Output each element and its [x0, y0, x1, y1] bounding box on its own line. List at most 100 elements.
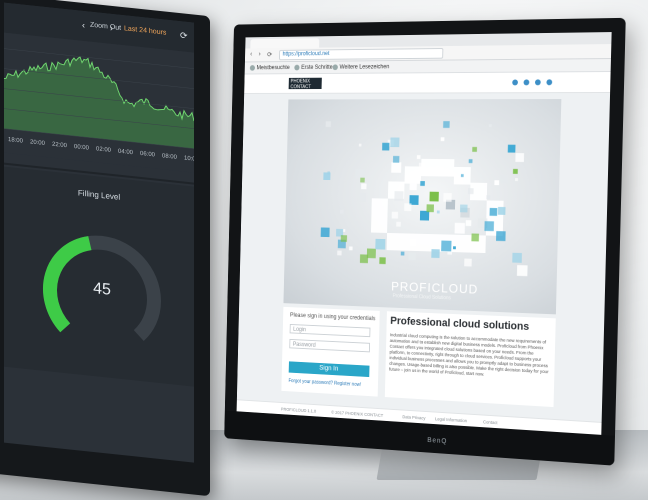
scatter-pixel [409, 182, 417, 191]
monitor-brand-logo: BenQ [427, 437, 448, 446]
scatter-pixel [404, 203, 412, 212]
refresh-icon[interactable]: ⟳ [180, 30, 188, 42]
proficloud-header: PHOENIX CONTACT [244, 72, 611, 94]
sign-in-button[interactable]: Sign In [288, 361, 370, 378]
logo-line: CONTACT [290, 84, 312, 91]
scatter-pixel [325, 121, 332, 128]
chevron-right-icon[interactable]: › [110, 23, 113, 33]
footer-link[interactable]: Contact [483, 419, 498, 425]
cloud-pixel [429, 191, 439, 202]
footer-version: PROFICLOUD 1.1.0 [280, 406, 317, 414]
left-monitor: ‹ Zoom Out › Last 24 hours ⟳ 18:00 20:00 2… [0, 0, 210, 497]
cloud-block [404, 166, 422, 184]
cloud-pixel [419, 210, 430, 221]
scatter-pixel [431, 249, 440, 259]
cloud-block [437, 159, 455, 177]
bookmark-item[interactable]: Meistbesuchte [249, 65, 290, 71]
scatter-pixel [337, 250, 342, 256]
time-range-picker[interactable]: Last 24 hours [124, 25, 166, 36]
scatter-pixel [390, 137, 400, 148]
login-prompt: Please sign in using your credentials [289, 312, 376, 323]
scatter-pixel [418, 162, 426, 170]
footer-link[interactable]: Legal Information [435, 416, 467, 423]
scatter-pixel [512, 252, 522, 263]
x-tick-label: 06:00 [140, 151, 156, 159]
scatter-pixel [453, 246, 456, 250]
bookmark-label: Weitere Lesezeichen [339, 64, 390, 71]
scatter-pixel [500, 174, 508, 183]
scatter-pixel [472, 146, 477, 152]
scatter-pixel [484, 221, 494, 232]
scatter-pixel [486, 195, 491, 200]
dashboard-screen: ‹ Zoom Out › Last 24 hours ⟳ 18:00 20:00 2… [4, 2, 194, 463]
reload-icon[interactable]: ⟳ [267, 51, 272, 59]
forward-icon[interactable]: › [259, 51, 261, 58]
x-tick-label: 08:00 [162, 153, 178, 161]
bookmark-item[interactable]: Weitere Lesezeichen [332, 64, 390, 71]
scatter-pixel [394, 191, 404, 201]
language-icon[interactable] [512, 79, 518, 86]
scatter-pixel [471, 233, 480, 242]
cloud-block [371, 198, 388, 216]
scatter-pixel [361, 183, 367, 190]
login-input[interactable]: Login [289, 323, 371, 338]
bookmark-item[interactable]: Erste Schritte [294, 64, 333, 71]
scatter-pixel [459, 204, 468, 213]
password-input[interactable]: Password [289, 338, 371, 353]
scatter-pixel [340, 209, 344, 214]
scatter-pixel [400, 251, 405, 256]
x-tick-label: 18:00 [8, 137, 24, 145]
bookmark-icon [294, 64, 300, 71]
back-icon[interactable]: ‹ [250, 51, 252, 58]
chevron-left-icon[interactable]: ‹ [82, 20, 85, 30]
timeseries-chart: 18:00 20:00 22:00 00:00 02:00 04:00 06:00 08:00… [4, 32, 194, 173]
user-icon[interactable] [546, 79, 553, 86]
solutions-title: Professional cloud solutions [390, 315, 530, 333]
x-tick-label: 20:00 [30, 139, 46, 147]
proficloud-body: PROFICLOUD Professional Cloud Solutions … [236, 92, 611, 422]
cloud-block [386, 232, 404, 251]
scatter-pixel [391, 162, 402, 173]
scatter-pixel [391, 211, 399, 219]
scatter-pixel [464, 258, 472, 267]
help-icon[interactable] [523, 79, 530, 86]
folder-icon [332, 64, 338, 71]
scatter-pixel [392, 155, 400, 163]
hero-banner: PROFICLOUD Professional Cloud Solutions [283, 99, 562, 315]
scatter-pixel [408, 252, 416, 261]
settings-icon[interactable] [534, 79, 541, 86]
gridline [4, 48, 194, 69]
scatter-pixel [340, 235, 348, 242]
x-tick-label: 10:00 [184, 156, 194, 164]
scatter-pixel [327, 171, 331, 175]
cloud-block [452, 234, 470, 253]
right-monitor: ‹ › ⟳ https://proficloud.net Meistbesuch… [224, 17, 626, 466]
scatter-pixel [416, 155, 421, 160]
scatter-pixel [379, 257, 386, 265]
scatter-pixel [512, 168, 518, 174]
scatter-pixel [488, 124, 492, 128]
scatter-pixel [496, 231, 506, 242]
scatter-pixel [382, 142, 390, 151]
gauge-arc [43, 235, 161, 342]
address-bar[interactable]: https://proficloud.net [279, 48, 444, 61]
footer-copyright: © 2017 PHOENIX CONTACT [331, 409, 384, 418]
scatter-pixel [359, 254, 369, 264]
scatter-pixel [420, 181, 425, 186]
scatter-pixel [489, 207, 498, 216]
x-tick-label: 04:00 [118, 149, 134, 157]
scatter-pixel [366, 248, 376, 259]
footer-link[interactable]: Data Privacy [402, 414, 425, 420]
scatter-pixel [360, 177, 365, 183]
x-tick-label: 00:00 [74, 144, 90, 152]
scatter-pixel [426, 204, 434, 213]
phoenix-contact-logo[interactable]: PHOENIX CONTACT [288, 77, 322, 91]
scatter-pixel [441, 240, 452, 252]
scatter-pixel [516, 265, 528, 277]
cloud-block [370, 215, 388, 233]
scatter-pixel [396, 221, 401, 227]
zoom-out-button[interactable]: Zoom Out [90, 22, 121, 32]
gauge-panel: Filling Level 45 [4, 166, 194, 387]
forgot-password-link[interactable]: Forgot your password? Register now! [288, 378, 361, 388]
scatter-pixel [436, 210, 440, 214]
